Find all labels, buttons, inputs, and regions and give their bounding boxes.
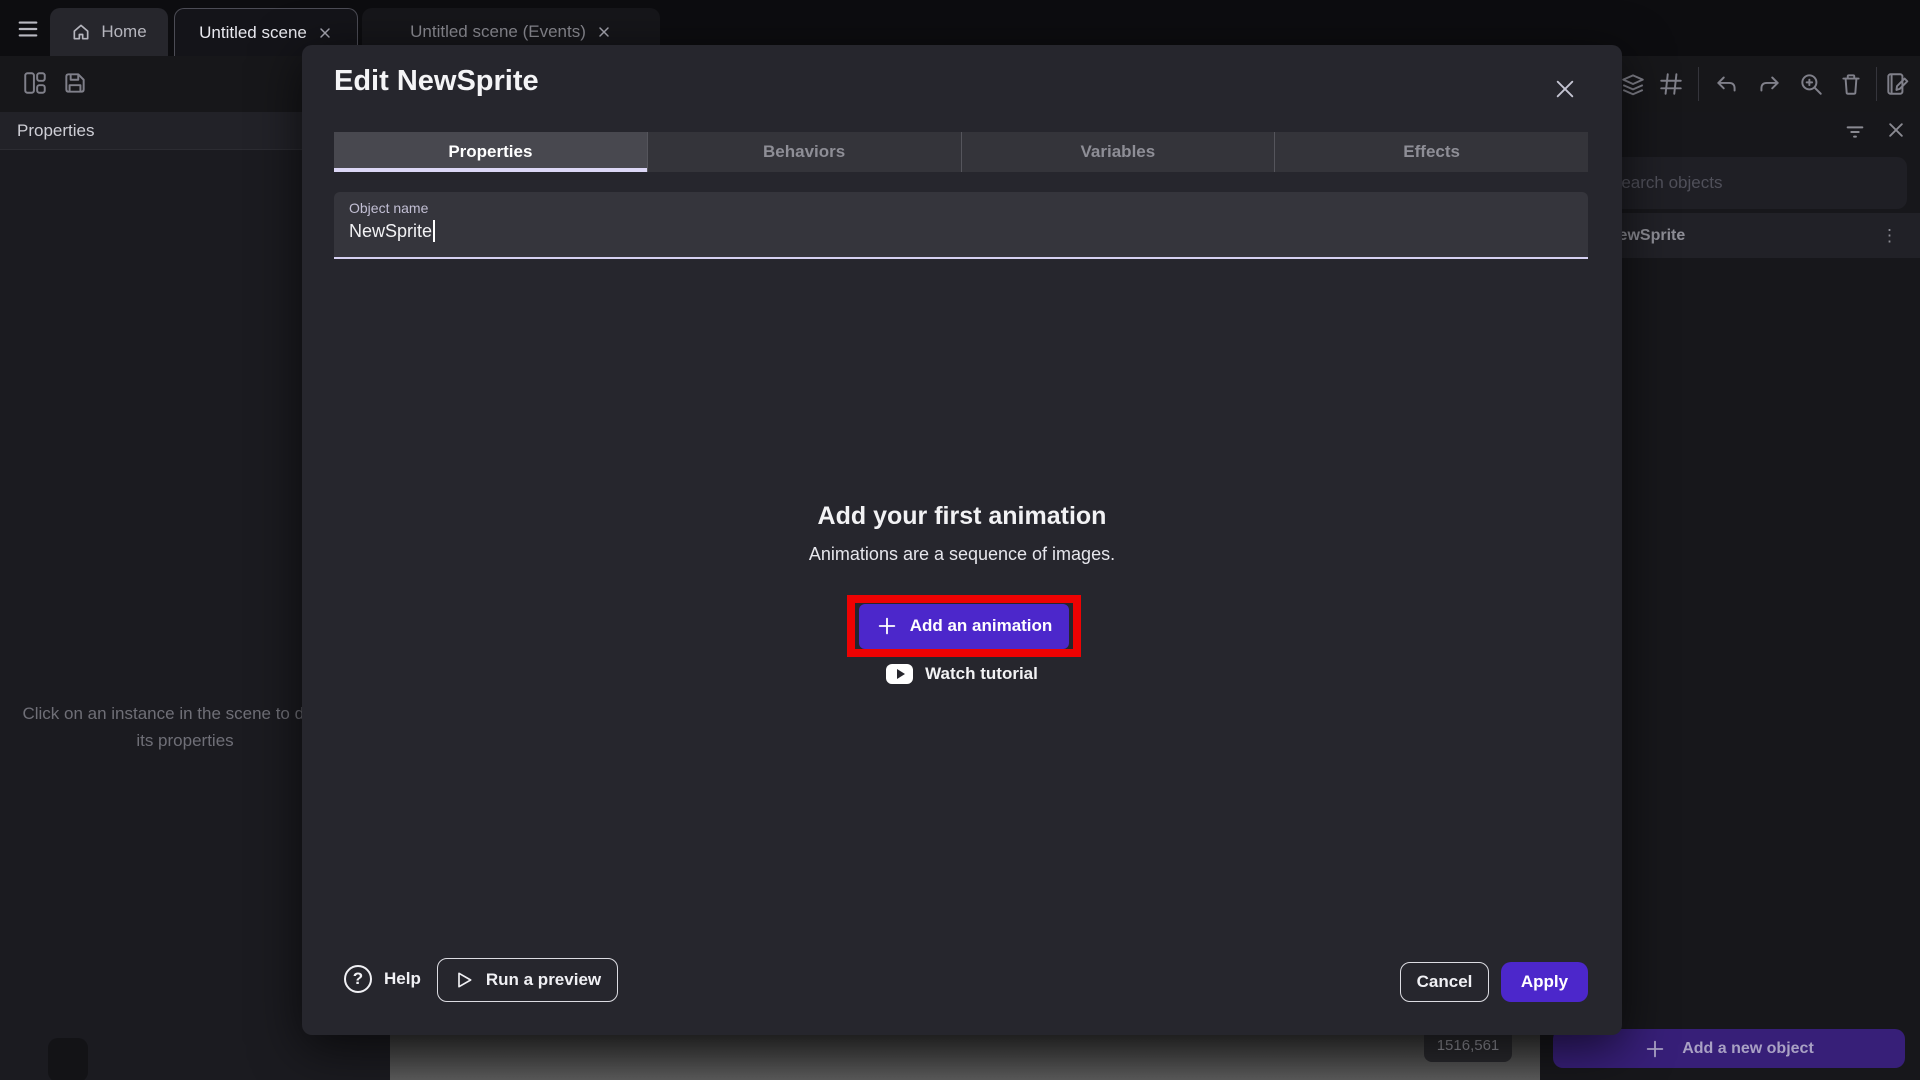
undo-icon[interactable] (1714, 71, 1740, 97)
tutorial-highlight-box: Add an animation (847, 595, 1081, 657)
help-icon: ? (344, 965, 372, 993)
toolbar-divider (1698, 67, 1699, 101)
object-name-field-value: NewSprite (349, 221, 432, 242)
tab-effects-label: Effects (1403, 142, 1460, 162)
tab-home[interactable]: Home (50, 8, 168, 56)
close-panel-icon[interactable] (1886, 120, 1906, 140)
tab-events-label: Untitled scene (Events) (410, 22, 586, 42)
object-name-field[interactable]: Object name NewSprite (334, 192, 1588, 259)
close-tab-icon[interactable] (317, 25, 333, 41)
add-new-object-label: Add a new object (1682, 1040, 1814, 1058)
empty-state-heading: Add your first animation (302, 502, 1622, 531)
properties-empty-message: Click on an instance in the scene to dis… (20, 700, 350, 754)
tab-variables-label: Variables (1081, 142, 1156, 162)
help-label: Help (384, 969, 421, 989)
tab-behaviors[interactable]: Behaviors (647, 132, 961, 172)
edit-scene-properties-icon[interactable] (1884, 71, 1910, 97)
apply-label: Apply (1521, 972, 1568, 992)
add-animation-label: Add an animation (910, 616, 1053, 636)
close-tab-icon[interactable] (596, 24, 612, 40)
tab-properties[interactable]: Properties (334, 132, 647, 172)
object-menu-icon[interactable]: ⋮ (1881, 226, 1898, 246)
cancel-button[interactable]: Cancel (1400, 962, 1489, 1002)
play-icon (454, 970, 474, 990)
tab-behaviors-label: Behaviors (763, 142, 845, 162)
empty-state-subtext: Animations are a sequence of images. (302, 544, 1622, 565)
object-name-field-label: Object name (349, 200, 1588, 216)
watch-tutorial-button[interactable]: Watch tutorial (302, 664, 1622, 684)
redo-icon[interactable] (1756, 71, 1782, 97)
grid-icon[interactable] (1658, 71, 1684, 97)
close-dialog-icon[interactable] (1554, 78, 1576, 100)
run-preview-label: Run a preview (486, 970, 601, 990)
tab-effects[interactable]: Effects (1274, 132, 1588, 172)
help-button[interactable]: ? Help (344, 965, 421, 993)
scene-canvas[interactable] (390, 1035, 1540, 1080)
home-icon (71, 22, 91, 42)
youtube-play-icon (886, 664, 913, 684)
dialog-title: Edit NewSprite (334, 65, 539, 98)
plus-icon (876, 615, 898, 637)
plus-icon (1644, 1038, 1666, 1060)
run-preview-button[interactable]: Run a preview (437, 958, 618, 1002)
layout-panels-icon[interactable] (22, 70, 48, 96)
save-icon[interactable] (62, 70, 88, 96)
apply-button[interactable]: Apply (1501, 962, 1588, 1002)
tab-home-label: Home (101, 22, 146, 42)
tab-properties-label: Properties (448, 142, 532, 162)
watch-tutorial-label: Watch tutorial (925, 664, 1038, 684)
trash-icon[interactable] (1838, 71, 1864, 97)
cancel-label: Cancel (1417, 972, 1473, 992)
canvas-corner-control (48, 1038, 88, 1080)
tab-scene-label: Untitled scene (199, 23, 307, 43)
dialog-tabs: Properties Behaviors Variables Effects (334, 132, 1588, 172)
toolbar-divider (1876, 67, 1877, 101)
edit-object-dialog: Edit NewSprite Properties Behaviors Vari… (302, 45, 1622, 1035)
layers-icon[interactable] (1620, 71, 1646, 97)
menu-icon[interactable] (14, 18, 42, 40)
zoom-in-icon[interactable] (1798, 71, 1824, 97)
gdevelop-editor: Home Untitled scene Untitled scene (Even… (0, 0, 1920, 1080)
properties-panel-title: Properties (17, 121, 94, 141)
add-animation-button[interactable]: Add an animation (859, 604, 1069, 649)
tab-variables[interactable]: Variables (961, 132, 1275, 172)
text-caret (433, 220, 435, 242)
filter-icon[interactable] (1843, 121, 1867, 143)
